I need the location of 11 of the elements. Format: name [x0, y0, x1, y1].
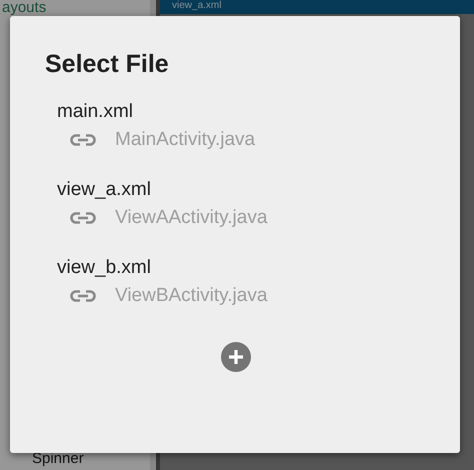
file-name[interactable]: view_a.xml — [57, 178, 151, 202]
file-name[interactable]: main.xml — [57, 100, 134, 124]
plus-icon — [221, 342, 251, 372]
add-button[interactable] — [221, 342, 251, 372]
link-icon — [70, 211, 96, 225]
dialog-title: Select File — [45, 49, 170, 80]
section-heading: ayouts — [1, 0, 48, 16]
file-name[interactable]: view_b.xml — [57, 256, 151, 280]
tab-title[interactable]: view_a.xml — [172, 0, 222, 12]
link-icon — [70, 133, 96, 147]
link-icon — [70, 289, 96, 303]
